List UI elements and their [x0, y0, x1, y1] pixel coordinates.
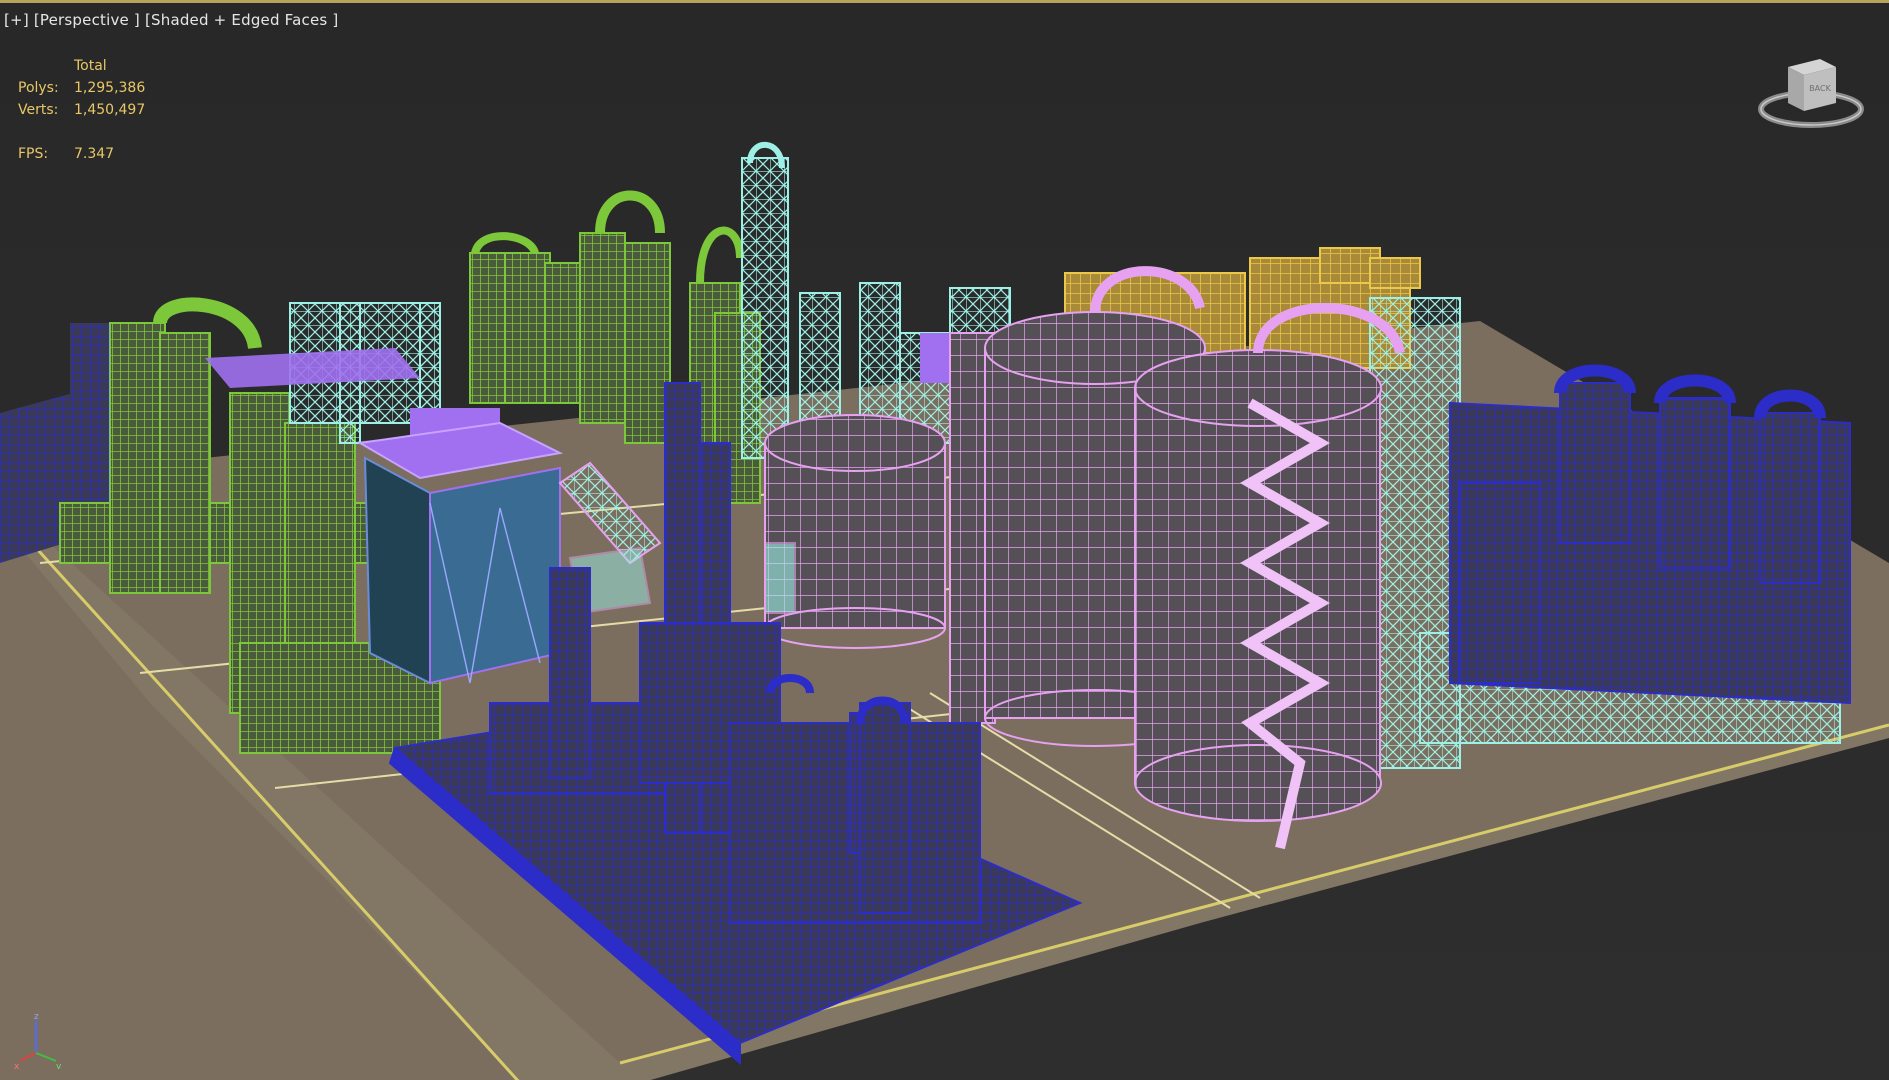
scene-statistics: Total Polys: 1,295,386 Verts: 1,450,497 …	[18, 55, 145, 165]
viewport-menu-button[interactable]: [+]	[4, 11, 29, 29]
view-name-menu[interactable]: [Perspective ]	[34, 11, 140, 29]
stats-header: Total	[74, 58, 107, 74]
perspective-viewport[interactable]: [+] [Perspective ] [Shaded + Edged Faces…	[0, 0, 1889, 1080]
fps-label: FPS:	[18, 146, 49, 162]
shading-mode-menu[interactable]: [Shaded + Edged Faces ]	[145, 11, 338, 29]
svg-text:y: y	[56, 1062, 62, 1069]
polys-label: Polys:	[18, 80, 59, 96]
axis-tripod-icon: z x y	[14, 1012, 62, 1069]
viewcube-icon[interactable]: BACK	[1758, 53, 1864, 133]
pink-tank-large-front	[1134, 303, 1405, 850]
pink-tank-medium	[764, 414, 946, 649]
fps-value: 7.347	[74, 146, 115, 162]
scene-render[interactable]	[0, 3, 1889, 1080]
svg-text:z: z	[34, 1012, 39, 1022]
verts-value: 1,450,497	[74, 102, 146, 118]
svg-text:x: x	[14, 1062, 20, 1069]
viewcube-face-label: BACK	[1809, 84, 1831, 93]
right-blue-process-unit	[1449, 364, 1851, 705]
viewport-label[interactable]: [+] [Perspective ] [Shaded + Edged Faces…	[4, 11, 338, 29]
polys-value: 1,295,386	[74, 80, 146, 96]
verts-label: Verts:	[18, 102, 59, 118]
